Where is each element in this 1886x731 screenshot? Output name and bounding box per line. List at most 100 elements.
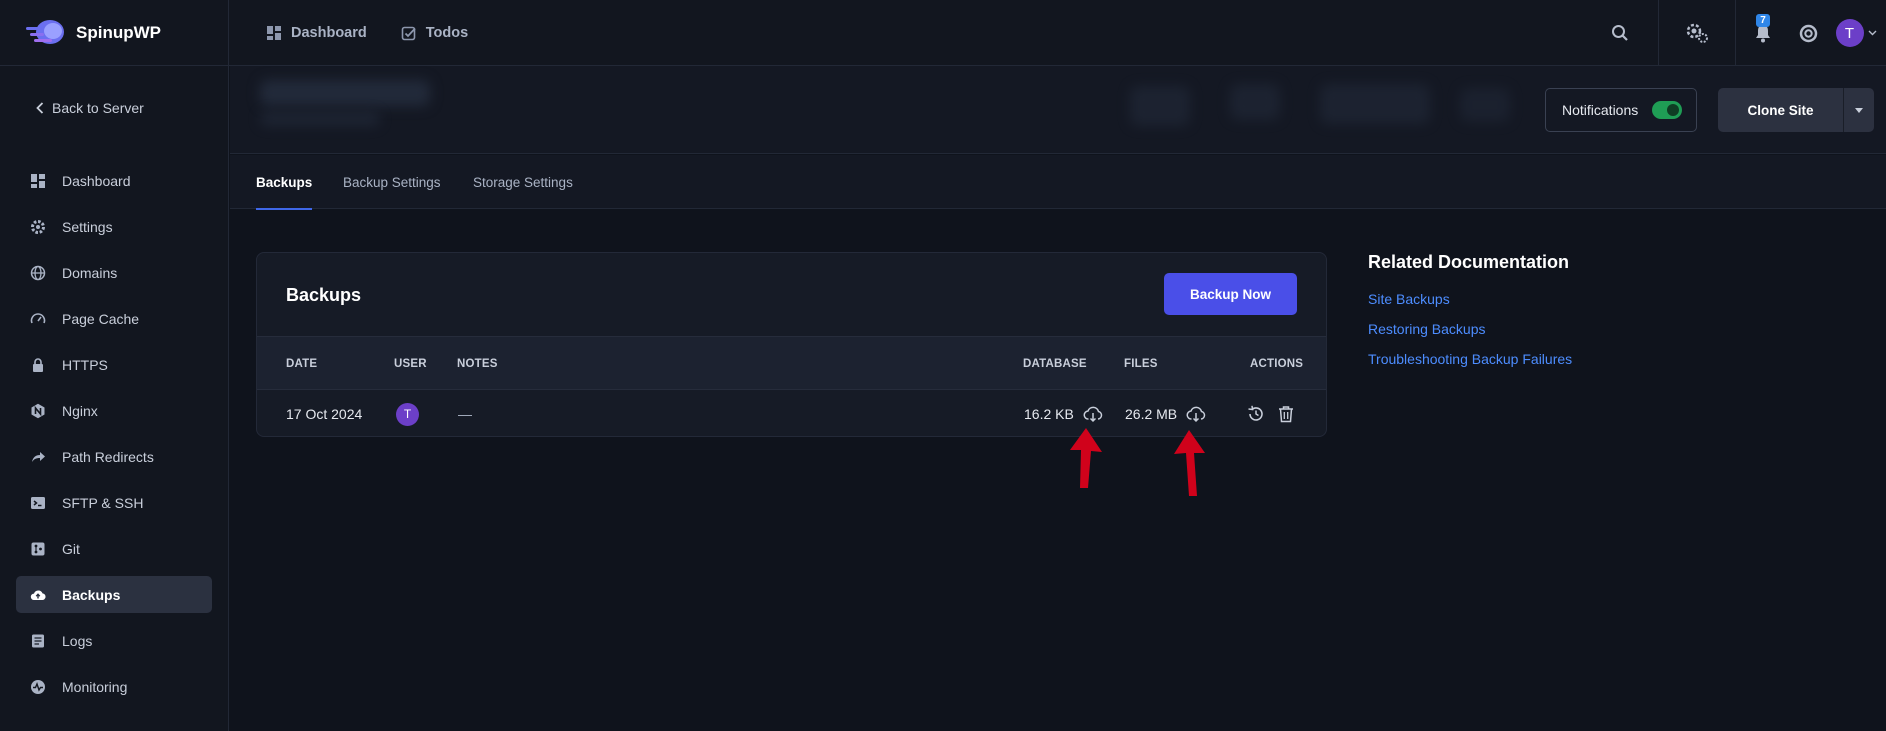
dashboard-icon (267, 26, 281, 40)
search-button[interactable] (1582, 0, 1658, 66)
back-to-server-link[interactable]: Back to Server (36, 100, 144, 116)
download-files-button[interactable] (1186, 405, 1206, 423)
sidebar-item-label: Settings (62, 218, 113, 235)
app-root: SpinupWP Dashboard Todos 7 T Back to Ser… (0, 0, 1886, 731)
spinupwp-logo-icon (26, 20, 64, 44)
sidebar-item-label: Git (62, 540, 80, 557)
database-size: 16.2 KB (1024, 406, 1074, 422)
backups-table-header: DATE USER NOTES DATABASE FILES ACTIONS (257, 336, 1326, 390)
site-meta-blurred (1230, 84, 1280, 120)
sidebar-item-git[interactable]: Git (16, 530, 212, 567)
back-to-server-label: Back to Server (52, 100, 144, 116)
sidebar-item-nginx[interactable]: Nginx (16, 392, 212, 429)
site-meta-blurred (1460, 88, 1510, 122)
sidebar-item-label: Monitoring (62, 678, 128, 695)
row-notes: — (458, 406, 472, 422)
sidebar-item-sftp-ssh[interactable]: SFTP & SSH (16, 484, 212, 521)
sidebar-item-logs[interactable]: Logs (16, 622, 212, 659)
related-documentation-title: Related Documentation (1368, 252, 1570, 272)
cloud-download-icon (1083, 406, 1103, 423)
backups-card-title: Backups (286, 285, 362, 305)
backup-tabs: Backups Backup Settings Storage Settings (230, 155, 1886, 210)
brand-name: SpinupWP (76, 23, 161, 42)
topnav-dashboard[interactable]: Dashboard (266, 25, 367, 41)
sidebar-item-backups[interactable]: Backups (16, 576, 212, 613)
sidebar-item-label: SFTP & SSH (62, 494, 144, 511)
nginx-icon (31, 403, 45, 418)
search-icon (1612, 25, 1628, 41)
restore-clock-icon (1248, 405, 1263, 421)
sidebar-item-dashboard[interactable]: Dashboard (16, 162, 212, 199)
globe-icon (30, 265, 46, 280)
doc-link-site-backups[interactable]: Site Backups (1368, 291, 1572, 307)
restore-backup-button[interactable] (1247, 405, 1265, 423)
trash-icon (1279, 406, 1293, 423)
user-menu-button[interactable]: T (1826, 0, 1886, 66)
brand[interactable]: SpinupWP (0, 0, 229, 66)
monitoring-icon (31, 679, 45, 694)
clone-site-button[interactable]: Clone Site (1718, 88, 1843, 132)
notifications-toggle[interactable] (1652, 101, 1683, 119)
top-nav: Dashboard Todos (266, 0, 468, 66)
doc-link-restoring-backups[interactable]: Restoring Backups (1368, 321, 1572, 337)
top-bar: SpinupWP Dashboard Todos 7 T (0, 0, 1886, 66)
chevron-left-icon (36, 102, 44, 114)
row-date: 17 Oct 2024 (286, 406, 363, 422)
row-actions (1247, 390, 1294, 436)
sidebar-nav: Dashboard Settings Domains Page Cache HT… (16, 162, 212, 714)
notifications-bell-button[interactable]: 7 (1736, 0, 1790, 66)
tab-backup-settings[interactable]: Backup Settings (343, 155, 441, 209)
related-documentation: Related Documentation Site Backups Resto… (1368, 252, 1572, 381)
column-actions: ACTIONS (1250, 358, 1304, 370)
files-size: 26.2 MB (1125, 406, 1178, 422)
redirect-icon (32, 451, 45, 462)
sidebar-item-label: Logs (62, 632, 93, 649)
delete-backup-button[interactable] (1278, 405, 1294, 423)
site-meta-blurred (1130, 86, 1190, 126)
git-icon (31, 542, 45, 555)
sidebar-item-https[interactable]: HTTPS (16, 346, 212, 383)
avatar: T (396, 402, 419, 426)
column-database: DATABASE (1023, 358, 1087, 370)
doc-link-troubleshooting-backup-failures[interactable]: Troubleshooting Backup Failures (1368, 351, 1572, 367)
sidebar-item-page-cache[interactable]: Page Cache (16, 300, 212, 337)
notifications-count-badge: 7 (1756, 14, 1770, 27)
tab-storage-settings[interactable]: Storage Settings (473, 155, 573, 209)
site-meta-blurred (1320, 84, 1430, 124)
column-user: USER (394, 358, 427, 370)
gears-icon (1686, 23, 1708, 43)
sidebar-item-monitoring[interactable]: Monitoring (16, 668, 212, 705)
top-right-actions: 7 T (1582, 0, 1886, 66)
site-url-blurred (260, 112, 380, 126)
sidebar-item-domains[interactable]: Domains (16, 254, 212, 291)
sidebar-item-settings[interactable]: Settings (16, 208, 212, 245)
sidebar-item-label: Domains (62, 264, 118, 281)
backup-now-button[interactable]: Backup Now (1164, 273, 1297, 315)
download-database-button[interactable] (1083, 405, 1103, 423)
topnav-todos-label: Todos (425, 25, 469, 41)
sidebar: Back to Server Dashboard Settings Domain… (0, 66, 229, 731)
tab-backups[interactable]: Backups (256, 155, 313, 210)
annotation-arrow-icon (1174, 430, 1205, 496)
column-notes: NOTES (457, 358, 498, 370)
topnav-dashboard-label: Dashboard (291, 25, 367, 41)
dashboard-icon (31, 173, 45, 188)
sidebar-item-label: Backups (62, 586, 121, 603)
help-button[interactable] (1790, 0, 1826, 66)
notifications-toggle-button[interactable]: Notifications (1545, 88, 1697, 132)
topnav-todos[interactable]: Todos (401, 25, 468, 41)
annotation-arrow-icon (1070, 428, 1102, 488)
lock-icon (33, 357, 43, 372)
sidebar-item-label: Nginx (62, 402, 98, 419)
clone-site-dropdown-button[interactable] (1843, 88, 1874, 132)
todos-icon (401, 26, 416, 41)
caret-down-icon (1855, 107, 1863, 113)
row-user: T (396, 390, 419, 436)
sidebar-item-path-redirects[interactable]: Path Redirects (16, 438, 212, 475)
chevron-down-icon (1868, 30, 1876, 36)
server-settings-button[interactable] (1659, 0, 1735, 66)
table-row: 17 Oct 2024 T — 16.2 KB 26.2 MB (257, 390, 1326, 436)
sidebar-item-label: Page Cache (62, 310, 140, 327)
notifications-label: Notifications (1562, 102, 1639, 118)
site-header: Notifications Clone Site (230, 66, 1886, 154)
